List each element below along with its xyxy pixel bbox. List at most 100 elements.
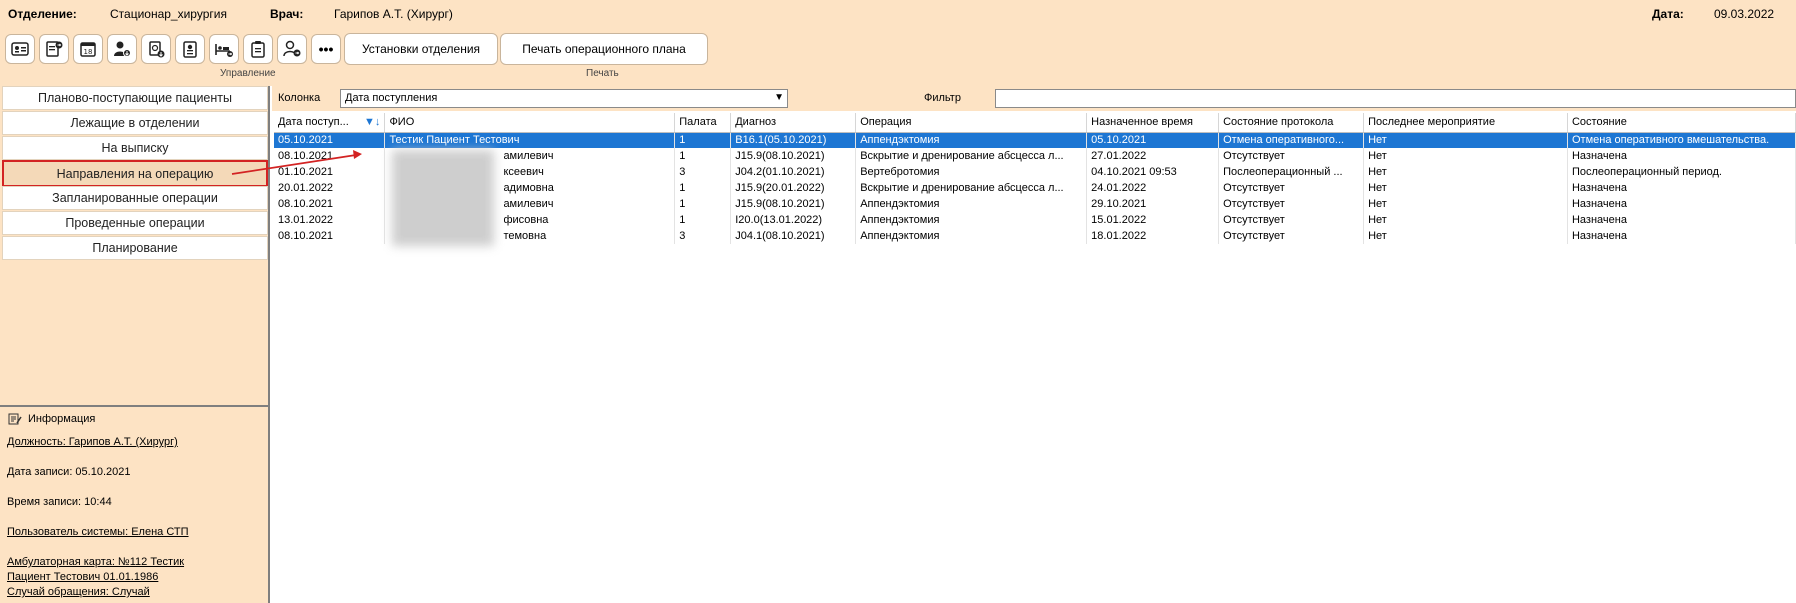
cell-date: 20.01.2022	[274, 180, 386, 196]
calendar-button[interactable]: 18	[73, 34, 103, 64]
cell-scheduled: 04.10.2021 09:53	[1086, 164, 1220, 180]
cell-protocol: Отсутствует	[1218, 148, 1365, 164]
info-header: Информация	[8, 412, 95, 426]
sidebar-item-planning[interactable]: Планирование	[2, 236, 268, 260]
sidebar-item-discharge[interactable]: На выписку	[2, 136, 268, 160]
cell-ward: 1	[674, 148, 732, 164]
cell-status: Назначена	[1567, 212, 1796, 228]
badge-button[interactable]	[175, 34, 205, 64]
cell-last-event: Нет	[1363, 228, 1568, 244]
col-header-protocol-state[interactable]: Состояние протокола	[1218, 113, 1365, 133]
col-header-operation[interactable]: Операция	[855, 113, 1088, 133]
cell-ward: 3	[674, 228, 732, 244]
info-divider[interactable]	[0, 405, 268, 407]
cell-ward: 1	[674, 180, 732, 196]
table-row[interactable]: 20.01.2022 адимовна 1 J15.9(20.01.2022) …	[274, 180, 1796, 196]
col-header-status[interactable]: Состояние	[1567, 113, 1796, 133]
cell-operation: Аппендэктомия	[855, 196, 1088, 212]
cell-operation: Вскрытие и дренирование абсцесса л...	[855, 148, 1088, 164]
document-download-icon	[149, 41, 165, 58]
cell-ward: 1	[674, 212, 732, 228]
group-label-manage: Управление	[220, 68, 276, 79]
cell-protocol: Отсутствует	[1218, 212, 1365, 228]
doctor-value: Гарипов А.Т. (Хирург)	[334, 7, 453, 21]
info-title: Информация	[28, 413, 96, 425]
table-row[interactable]: 08.10.2021 амилевич 1 J15.9(08.10.2021) …	[274, 196, 1796, 212]
sidebar-item-surgery-referrals[interactable]: Направления на операцию	[2, 160, 268, 187]
table-row[interactable]: 01.10.2021 ксеевич 3 J04.2(01.10.2021) В…	[274, 164, 1796, 180]
column-select[interactable]: Дата поступления ▼	[340, 89, 788, 108]
col-header-ward[interactable]: Палата	[674, 113, 732, 133]
sort-desc-filter-icon[interactable]: ▼↓	[364, 116, 380, 128]
cell-scheduled: 18.01.2022	[1086, 228, 1220, 244]
cell-operation: Аппендэктомия	[855, 132, 1088, 148]
main-panel: Колонка Дата поступления ▼ Фильтр Дата п…	[272, 86, 1796, 603]
info-card-link[interactable]: Амбулаторная карта: №112 Тестик	[7, 556, 184, 568]
table-row[interactable]: 13.01.2022 фисовна 1 I20.0(13.01.2022) А…	[274, 212, 1796, 228]
user-arrow-button[interactable]	[277, 34, 307, 64]
document-download-button[interactable]	[141, 34, 171, 64]
calendar-18-icon: 18	[80, 42, 96, 57]
more-button[interactable]: •••	[311, 34, 341, 64]
table-row[interactable]: 08.10.2021 амилевич 1 J15.9(08.10.2021) …	[274, 148, 1796, 164]
col-header-diagnosis[interactable]: Диагноз	[730, 113, 857, 133]
doctor-label: Врач:	[270, 7, 304, 21]
document-arrow-icon	[46, 41, 63, 57]
sidebar-item-scheduled-operations[interactable]: Запланированные операции	[2, 186, 268, 210]
cell-last-event: Нет	[1363, 164, 1568, 180]
sidebar-item-in-department[interactable]: Лежащие в отделении	[2, 111, 268, 135]
cell-diagnosis: J15.9(08.10.2021)	[730, 196, 857, 212]
badge-icon	[183, 41, 197, 58]
col-header-admission-date[interactable]: Дата поступ... ▼↓	[274, 113, 386, 133]
col-header-name[interactable]: ФИО	[384, 113, 676, 133]
document-arrow-button[interactable]	[39, 34, 69, 64]
cell-diagnosis: B16.1(05.10.2021)	[730, 132, 857, 148]
info-patient-link[interactable]: Пациент Тестович 01.01.1986	[7, 571, 158, 583]
cell-scheduled: 05.10.2021	[1086, 132, 1220, 148]
bed-arrow-button[interactable]	[209, 34, 239, 64]
col-header-scheduled-time[interactable]: Назначенное время	[1086, 113, 1220, 133]
svg-text:18: 18	[84, 48, 93, 56]
col-header-last-event[interactable]: Последнее мероприятие	[1363, 113, 1568, 133]
cell-name: Тестик Пациент Тестович	[384, 132, 676, 148]
filter-input[interactable]	[995, 89, 1796, 108]
cell-diagnosis: J04.1(08.10.2021)	[730, 228, 857, 244]
table-row[interactable]: 05.10.2021 Тестик Пациент Тестович 1 B16…	[274, 132, 1796, 148]
top-toolbar: Отделение: Стационар_хирургия Врач: Гари…	[0, 0, 1796, 86]
clipboard-button[interactable]	[243, 34, 273, 64]
info-record-time: Время записи: 10:44	[7, 496, 112, 508]
cell-ward: 1	[674, 196, 732, 212]
column-label: Колонка	[278, 92, 321, 104]
date-value: 09.03.2022	[1714, 7, 1775, 21]
cell-protocol: Отмена оперативного...	[1218, 132, 1365, 148]
cell-scheduled: 29.10.2021	[1086, 196, 1220, 212]
referrals-table: Дата поступ... ▼↓ ФИО Палата Диагноз Опер…	[274, 113, 1796, 244]
cell-last-event: Нет	[1363, 196, 1568, 212]
info-system-user-link[interactable]: Пользователь системы: Елена СТП	[7, 526, 189, 538]
table-row[interactable]: 08.10.2021 темовна 3 J04.1(08.10.2021) А…	[274, 228, 1796, 244]
cell-date: 08.10.2021	[274, 228, 386, 244]
user-download-button[interactable]	[107, 34, 137, 64]
filter-label: Фильтр	[924, 92, 961, 104]
patient-card-button[interactable]	[5, 34, 35, 64]
sidebar-item-performed-operations[interactable]: Проведенные операции	[2, 211, 268, 235]
cell-date: 05.10.2021	[274, 132, 386, 148]
department-label: Отделение:	[8, 7, 77, 21]
cell-date: 01.10.2021	[274, 164, 386, 180]
cell-operation: Аппендэктомия	[855, 212, 1088, 228]
sidebar-item-planned-patients[interactable]: Планово-поступающие пациенты	[2, 86, 268, 110]
sidebar: Планово-поступающие пациенты Лежащие в о…	[0, 86, 270, 603]
cell-last-event: Нет	[1363, 132, 1568, 148]
filter-bar: Колонка Дата поступления ▼ Фильтр	[272, 86, 1796, 111]
cell-scheduled: 27.01.2022	[1086, 148, 1220, 164]
cell-scheduled: 15.01.2022	[1086, 212, 1220, 228]
cell-status: Назначена	[1567, 228, 1796, 244]
cell-operation: Аппендэктомия	[855, 228, 1088, 244]
department-settings-button[interactable]: Установки отделения	[344, 33, 498, 65]
cell-last-event: Нет	[1363, 180, 1568, 196]
info-case-link[interactable]: Случай обращения: Случай	[7, 586, 150, 598]
info-position-link[interactable]: Должность: Гарипов А.Т. (Хирург)	[7, 436, 178, 448]
print-operation-plan-button[interactable]: Печать операционного плана	[500, 33, 708, 65]
cell-status: Назначена	[1567, 196, 1796, 212]
user-download-icon	[114, 41, 131, 57]
